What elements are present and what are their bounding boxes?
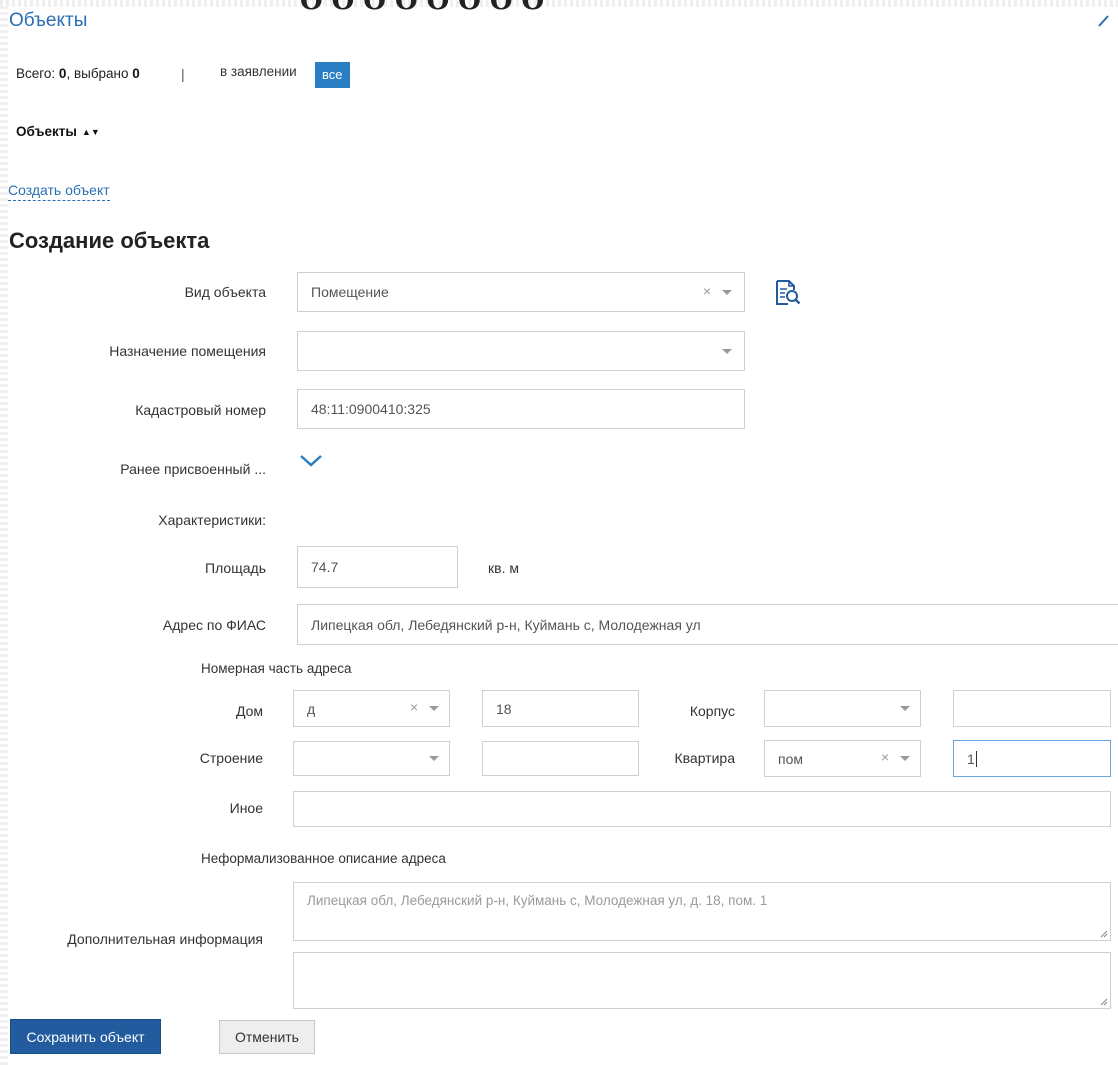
building-label: Корпус [689,703,735,719]
clear-x-icon[interactable]: × [881,749,889,765]
room-purpose-label: Назначение помещения [109,343,266,359]
dropdown-caret-icon[interactable] [722,290,732,295]
dropdown-caret-icon[interactable] [722,349,732,354]
all-filter-button[interactable]: все [315,62,350,88]
cancel-button[interactable]: Отменить [219,1020,315,1054]
separator: | [181,66,185,82]
clear-x-icon[interactable]: × [410,699,418,715]
form-title: Создание объекта [9,228,210,253]
additional-info-textarea[interactable] [293,952,1111,1009]
area-input[interactable]: 74.7 [297,546,458,588]
fias-address-value: Липецкая обл, Лебедянский р-н, Куймань с… [311,616,701,633]
text-caret [975,750,977,767]
house-type-select[interactable]: д × [293,690,450,727]
selected-value: 0 [132,66,140,81]
top-cut-text: ОООООООО [300,0,554,16]
informal-address-textarea[interactable]: Липецкая обл, Лебедянский р-н, Куймань с… [293,882,1111,941]
building-type-select[interactable] [764,690,921,727]
other-input[interactable] [293,791,1111,827]
dropdown-caret-icon[interactable] [429,756,439,761]
informal-address-title: Неформализованное описание адреса [201,851,446,866]
house-number-value: 18 [496,700,512,717]
house-label: Дом [235,703,263,719]
structure-label: Строение [199,750,263,766]
informal-address-placeholder: Липецкая обл, Лебедянский р-н, Куймань с… [307,893,768,908]
selected-label: , выбрано [66,66,129,81]
apartment-type-select[interactable]: пом × [764,740,921,777]
previous-number-label: Ранее присвоенный ... [120,461,266,477]
cadastral-number-label: Кадастровый номер [135,402,266,418]
document-search-icon[interactable] [775,277,801,307]
save-object-button[interactable]: Сохранить объект [10,1019,161,1054]
apartment-label: Квартира [674,750,735,766]
total-label: Всего: [16,66,56,81]
sort-header-label: Объекты [16,124,77,139]
totals-summary: Всего: 0, выбрано 0 [16,66,140,81]
house-number-input[interactable]: 18 [482,690,639,727]
dropdown-caret-icon[interactable] [429,706,439,711]
left-border-decoration [0,0,8,1066]
section-title[interactable]: Объекты [9,10,87,32]
object-type-select[interactable]: Помещение × [297,272,745,312]
object-type-value: Помещение [311,284,389,300]
dropdown-caret-icon[interactable] [900,756,910,761]
sort-arrows-icon: ▲▼ [81,127,100,137]
other-label: Иное [229,800,263,816]
apartment-type-value: пом [778,750,803,767]
collapse-chevron-icon[interactable] [1096,10,1116,30]
cadastral-number-value: 48:11:0900410:325 [311,401,431,417]
house-type-value: д [307,700,316,717]
expand-chevron-down-icon[interactable] [298,452,324,470]
building-number-input[interactable] [953,690,1111,727]
clear-x-icon[interactable]: × [703,283,711,299]
room-purpose-select[interactable] [297,331,745,371]
structure-type-select[interactable] [293,741,450,776]
dropdown-caret-icon[interactable] [900,706,910,711]
additional-info-label: Дополнительная информация [67,931,263,947]
object-type-label: Вид объекта [184,284,266,300]
objects-sort-header[interactable]: Объекты ▲▼ [16,124,100,139]
in-application-filter-label: в заявлении [220,64,297,79]
fias-address-input[interactable]: Липецкая обл, Лебедянский р-н, Куймань с… [297,604,1118,645]
fias-address-label: Адрес по ФИАС [162,617,266,633]
create-object-link[interactable]: Создать объект [8,182,110,201]
top-border-decoration [0,0,1118,7]
cadastral-number-input[interactable]: 48:11:0900410:325 [297,389,745,429]
apartment-number-input[interactable]: 1 [953,740,1111,777]
area-unit: кв. м [488,560,519,576]
area-label: Площадь [205,560,266,576]
structure-number-input[interactable] [482,741,639,776]
apartment-number-value: 1 [967,750,975,767]
number-part-title: Номерная часть адреса [201,661,352,676]
area-value: 74.7 [311,559,339,575]
characteristics-label: Характеристики: [158,512,266,528]
resize-grip-icon[interactable] [1100,998,1108,1006]
resize-grip-icon[interactable] [1100,930,1108,938]
